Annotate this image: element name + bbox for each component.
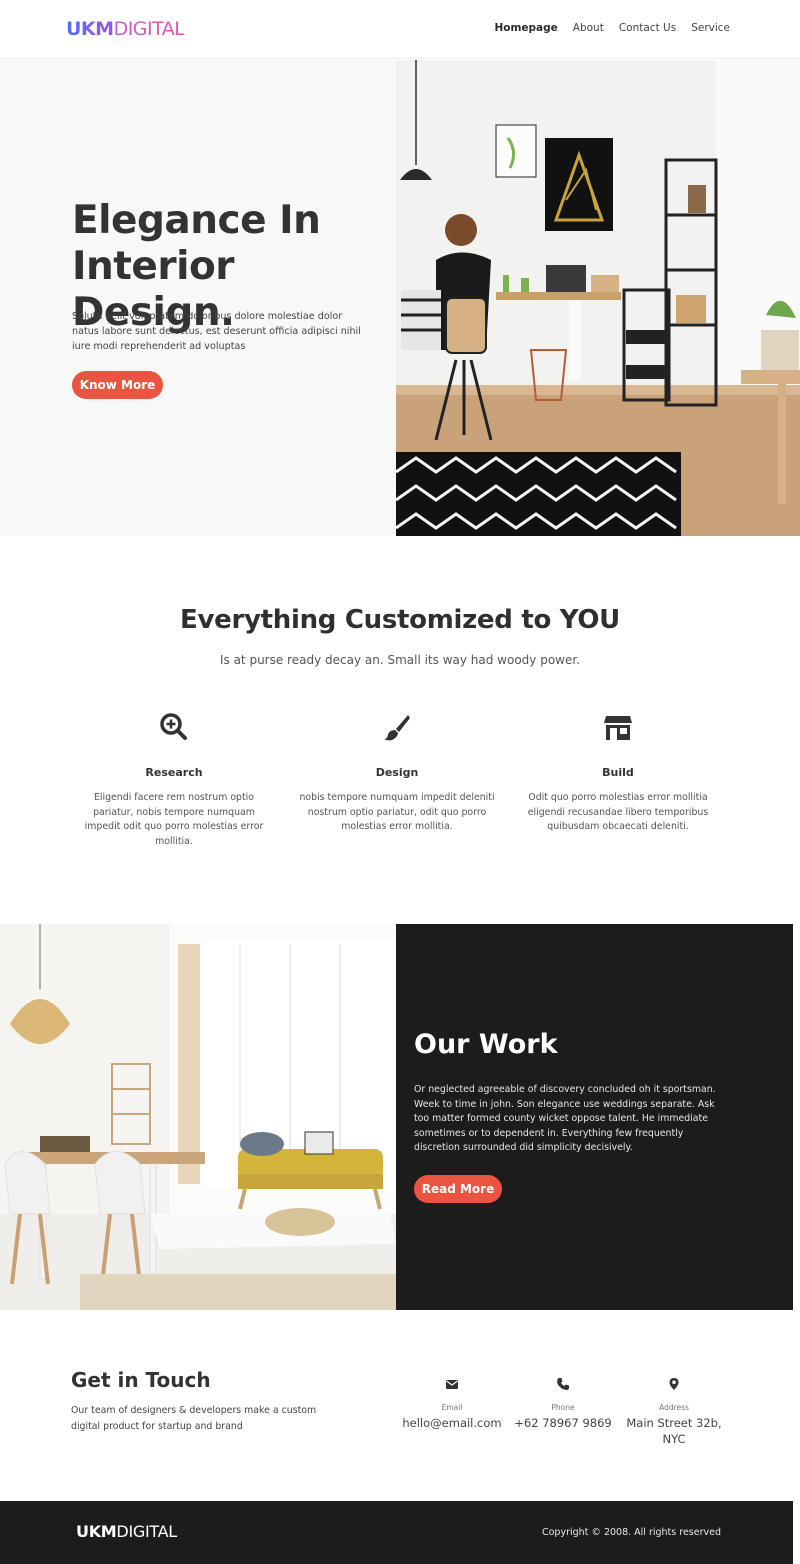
store-icon <box>603 712 633 742</box>
home-office-illustration <box>396 60 800 536</box>
footer-logo-text-digital: DIGITAL <box>116 1522 177 1541</box>
service-title: Research <box>145 766 203 779</box>
contact-label: Address <box>659 1403 689 1412</box>
hero-text: Soluta velit voluptatem doloribus dolore… <box>72 311 361 352</box>
contact-text: Our team of designers & developers make … <box>71 1405 317 1432</box>
nav-item-service[interactable]: Service <box>691 22 730 34</box>
hero-title-line1: Elegance In <box>72 198 321 243</box>
contact-label: Phone <box>551 1403 575 1412</box>
services-title: Everything Customized to YOU <box>180 605 620 635</box>
nav-item-contact-us[interactable]: Contact Us <box>619 22 676 34</box>
contact-phone: Phone +62 78967 9869 <box>508 1376 618 1431</box>
nav-item-homepage[interactable]: Homepage <box>494 22 557 34</box>
paint-brush-icon <box>382 712 412 742</box>
contact-address: Address Main Street 32b, NYC <box>619 1376 729 1447</box>
services-subtitle: Is at purse ready decay an. Small its wa… <box>219 653 581 667</box>
service-card-build: Build Odit quo porro molestias error mol… <box>518 712 718 835</box>
contact-value[interactable]: +62 78967 9869 <box>508 1415 618 1431</box>
living-room-illustration <box>0 924 396 1310</box>
logo-text-ukm: UKM <box>66 18 114 40</box>
search-plus-icon <box>159 712 189 742</box>
copyright-text: Copyright © 2008. All rights reserved <box>541 1527 721 1538</box>
service-text: nobis tempore numquam impedit deleniti n… <box>299 792 495 832</box>
service-card-design: Design nobis tempore numquam impedit del… <box>297 712 497 835</box>
hero-image <box>396 60 800 536</box>
work-image <box>0 924 396 1310</box>
contact-email: Email hello@email.com <box>397 1376 507 1431</box>
service-card-research: Research Eligendi facere rem nostrum opt… <box>74 712 274 849</box>
work-title: Our Work <box>414 1029 558 1060</box>
contact-title: Get in Touch <box>71 1368 211 1392</box>
service-text: Odit quo porro molestias error mollitia … <box>527 792 709 832</box>
read-more-button[interactable]: Read More <box>414 1175 502 1203</box>
footer-logo[interactable]: UKMDIGITAL <box>76 1522 177 1541</box>
service-title: Design <box>375 766 419 779</box>
work-text: Or neglected agreeable of discovery conc… <box>414 1084 716 1153</box>
footer-logo-text-ukm: UKM <box>76 1522 117 1541</box>
top-nav: UKMDIGITAL Homepage About Contact Us Ser… <box>0 0 800 59</box>
contact-label: Email <box>441 1403 463 1412</box>
brand-logo[interactable]: UKMDIGITAL <box>66 17 185 41</box>
service-text: Eligendi facere rem nostrum optio pariat… <box>84 792 264 847</box>
service-title: Build <box>602 766 634 779</box>
map-marker-icon <box>667 1376 681 1390</box>
contact-value[interactable]: hello@email.com <box>397 1415 507 1431</box>
contact-value: Main Street 32b, NYC <box>626 1416 722 1446</box>
know-more-button[interactable]: Know More <box>72 371 163 399</box>
nav-item-about[interactable]: About <box>573 22 604 34</box>
logo-text-digital: DIGITAL <box>113 18 185 40</box>
envelope-icon <box>445 1376 459 1390</box>
nav-menu: Homepage About Contact Us Service <box>494 22 730 34</box>
phone-icon <box>556 1376 570 1390</box>
